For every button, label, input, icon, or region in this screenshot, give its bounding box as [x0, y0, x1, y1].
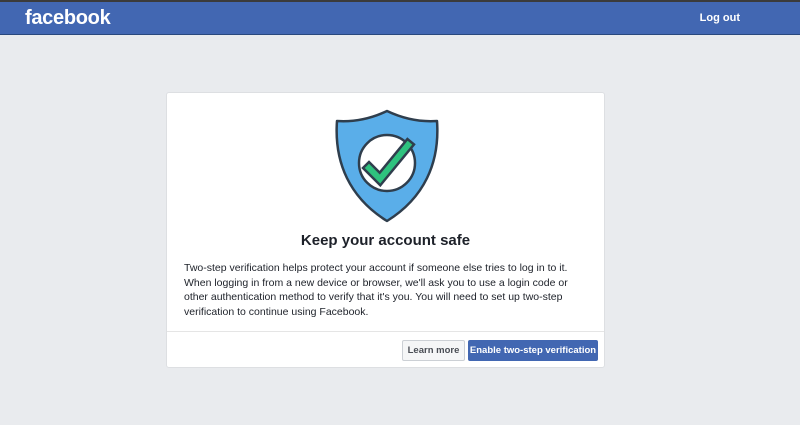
shield-check-icon: [335, 109, 439, 223]
dialog-description: Two-step verification helps protect your…: [184, 262, 568, 318]
dialog-title: Keep your account safe: [300, 232, 471, 249]
two-step-verification-dialog: Keep your account safe Two-step verifica…: [166, 92, 605, 368]
learn-more-button[interactable]: Learn more: [402, 340, 465, 361]
footer-divider: [167, 331, 604, 332]
logout-link[interactable]: Log out: [700, 11, 740, 25]
top-navigation-bar: facebook Log out: [0, 2, 800, 34]
enable-two-step-verification-button[interactable]: Enable two-step verification: [468, 340, 598, 361]
facebook-logo[interactable]: facebook: [25, 6, 111, 30]
